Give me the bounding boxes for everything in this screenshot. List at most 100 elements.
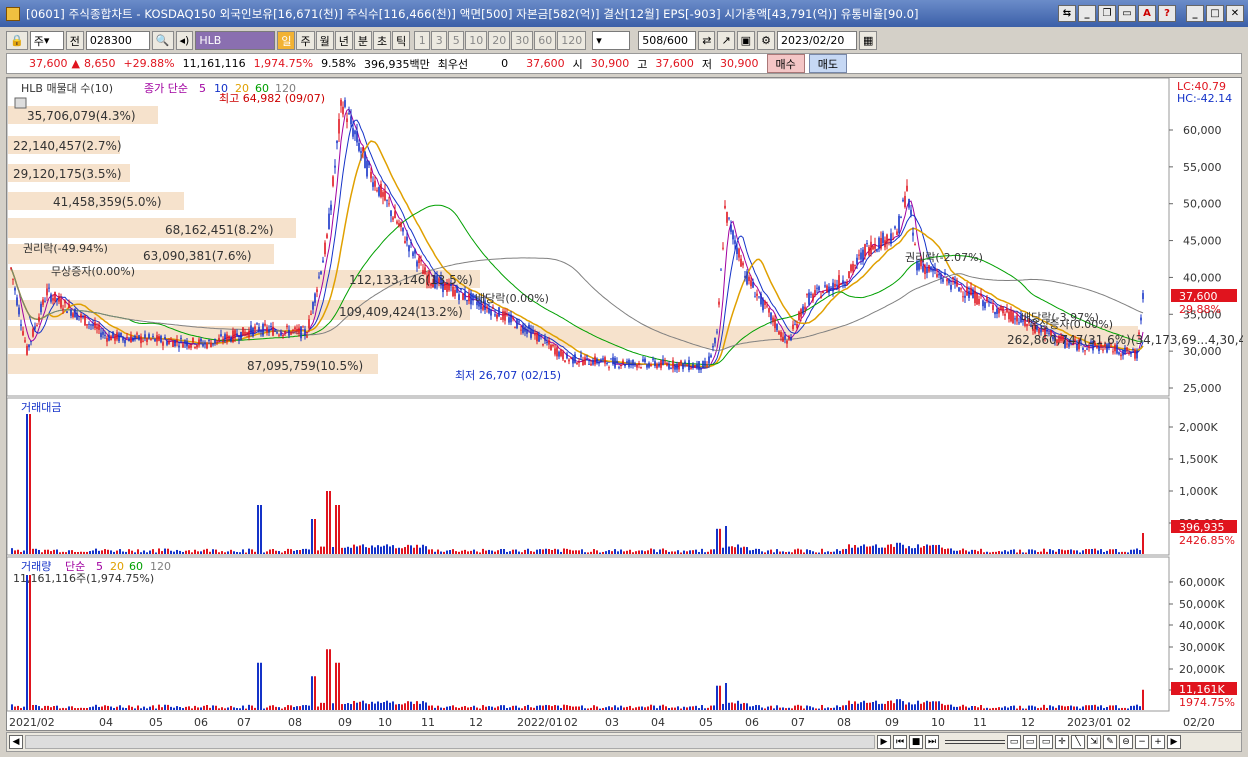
interval-button-30[interactable]: 30 bbox=[511, 31, 534, 50]
candle-body bbox=[1082, 347, 1084, 350]
interval-custom-input[interactable]: ▾ bbox=[592, 31, 631, 50]
volume-panel[interactable] bbox=[6, 556, 1170, 712]
grid-table-icon[interactable] bbox=[14, 97, 27, 109]
interval-button-60[interactable]: 60 bbox=[534, 31, 557, 50]
amount-bar bbox=[443, 551, 445, 554]
expand-icon[interactable]: ⇲ bbox=[1087, 735, 1101, 749]
count-field[interactable]: 508/600 bbox=[638, 31, 697, 50]
layout-icon[interactable]: ▭ bbox=[1007, 735, 1021, 749]
candle-body bbox=[866, 243, 868, 245]
interval-button-3[interactable]: 3 bbox=[431, 31, 448, 50]
interval-button-1[interactable]: 1 bbox=[414, 31, 431, 50]
candle-body bbox=[604, 357, 606, 364]
crosshair-icon[interactable]: ✛ bbox=[1055, 735, 1069, 749]
minimize-button[interactable]: _ bbox=[1186, 5, 1204, 22]
zoom-out-icon[interactable]: ⊖ bbox=[1119, 735, 1133, 749]
plus-icon[interactable]: + bbox=[1151, 735, 1165, 749]
volume-bar bbox=[350, 704, 352, 710]
amount-bar bbox=[893, 546, 895, 554]
amount-bar bbox=[1028, 549, 1030, 554]
scroll-left-icon[interactable]: ◀ bbox=[9, 735, 23, 749]
pen-icon[interactable]: ✎ bbox=[1103, 735, 1117, 749]
amount-bar bbox=[1118, 552, 1120, 554]
candle-body bbox=[600, 359, 602, 363]
save-icon[interactable]: ▣ bbox=[736, 31, 756, 50]
candle-body bbox=[364, 151, 366, 169]
market-select[interactable]: 주 ▾ bbox=[29, 31, 64, 50]
jump-end-icon[interactable]: ⏭ bbox=[925, 735, 939, 749]
speaker-icon[interactable]: ◂) bbox=[175, 31, 194, 50]
lock-icon[interactable]: 🔒 bbox=[6, 31, 28, 50]
minus-icon[interactable]: − bbox=[1135, 735, 1149, 749]
chart-tool-icon[interactable]: ⇄ bbox=[698, 31, 716, 50]
candle-body bbox=[1000, 305, 1002, 310]
chart-area[interactable]: 60,000 55,000 50,000 45,000 40,000 35,000 30,0… bbox=[6, 77, 1248, 732]
period-tab-2[interactable]: 월 bbox=[315, 31, 334, 50]
line-tool-icon[interactable]: ╲ bbox=[1071, 735, 1085, 749]
volume-bar bbox=[44, 705, 46, 710]
candle-body bbox=[704, 361, 706, 367]
interval-button-10[interactable]: 10 bbox=[465, 31, 488, 50]
help-icon[interactable]: ? bbox=[1158, 5, 1176, 22]
amount-panel-title[interactable]: 거래대금 bbox=[21, 401, 61, 414]
font-icon[interactable]: A bbox=[1138, 5, 1156, 22]
print-icon[interactable]: ▭ bbox=[1118, 5, 1136, 22]
minimize-inner-icon[interactable]: _ bbox=[1078, 5, 1096, 22]
volume-bar bbox=[506, 708, 508, 710]
candle-body bbox=[760, 293, 762, 305]
candle-body bbox=[250, 325, 252, 334]
close-button[interactable]: ✕ bbox=[1226, 5, 1244, 22]
code-input[interactable]: 028300 bbox=[85, 31, 150, 50]
play-icon[interactable]: ▶ bbox=[877, 735, 891, 749]
amount-bar bbox=[728, 546, 730, 554]
settings-gear-icon[interactable]: ⚙ bbox=[757, 31, 775, 50]
volume-profile-label: 87,095,759(10.5%) bbox=[247, 359, 363, 373]
period-tab-3[interactable]: 년 bbox=[334, 31, 353, 50]
period-tab-4[interactable]: 분 bbox=[353, 31, 372, 50]
period-tab-5[interactable]: 초 bbox=[372, 31, 392, 50]
period-tab-6[interactable]: 틱 bbox=[392, 31, 411, 50]
volume-bar bbox=[407, 701, 409, 710]
amount-bar bbox=[1073, 550, 1075, 554]
chart-scroll-bar[interactable]: ◀ ▶ ⏮ ■ ⏭ ▭ ▭ ▭ ✛ ╲ ⇲ ✎ ⊖ − + ▶ bbox=[6, 732, 1242, 752]
sell-button[interactable]: 매도 bbox=[808, 54, 847, 73]
price-legend-name[interactable]: HLB 매물대 수(10) bbox=[21, 82, 113, 95]
link-icon[interactable]: ⇆ bbox=[1058, 5, 1076, 22]
scroll-track[interactable] bbox=[25, 735, 875, 749]
x-axis-label: 08 bbox=[837, 716, 851, 729]
layout3-icon[interactable]: ▭ bbox=[1039, 735, 1053, 749]
zoom-slider[interactable] bbox=[945, 740, 1005, 744]
stock-name-field[interactable]: HLB bbox=[195, 31, 276, 50]
amount-bar bbox=[590, 551, 592, 554]
restore-inner-icon[interactable]: ❐ bbox=[1098, 5, 1116, 22]
candle-body bbox=[464, 291, 466, 300]
jump-start-icon[interactable]: ⏮ bbox=[893, 735, 907, 749]
calendar-icon[interactable]: ▦ bbox=[858, 31, 878, 50]
maximize-button[interactable]: □ bbox=[1206, 5, 1224, 22]
amount-bar bbox=[101, 550, 103, 554]
period-tab-0[interactable]: 일 bbox=[277, 31, 296, 50]
buy-button[interactable]: 매수 bbox=[766, 54, 805, 73]
trend-icon[interactable]: ↗ bbox=[717, 31, 735, 50]
candle-body bbox=[956, 280, 958, 287]
prev-button[interactable]: 전 bbox=[65, 31, 84, 50]
amount-bar bbox=[698, 551, 700, 554]
search-icon[interactable]: 🔍 bbox=[151, 31, 174, 50]
date-input[interactable]: 2023/02/20 bbox=[776, 31, 857, 50]
period-tab-1[interactable]: 주 bbox=[296, 31, 315, 50]
candle-body bbox=[200, 338, 202, 342]
ma5-legend[interactable]: 5 bbox=[199, 82, 206, 95]
interval-button-120[interactable]: 120 bbox=[557, 31, 587, 50]
ma-legend-label[interactable]: 종가 단순 bbox=[144, 82, 188, 95]
volume-bar bbox=[65, 708, 67, 710]
x-axis-label: 04 bbox=[651, 716, 665, 729]
amount-bar bbox=[323, 546, 325, 554]
stop-icon[interactable]: ■ bbox=[909, 735, 923, 749]
amount-bar bbox=[929, 545, 931, 554]
scroll-right-icon[interactable]: ▶ bbox=[1167, 735, 1181, 749]
chart-svg[interactable]: 60,00055,00050,00045,00040,00035,00030,0… bbox=[6, 77, 1248, 732]
amount-panel[interactable] bbox=[6, 397, 1170, 556]
layout2-icon[interactable]: ▭ bbox=[1023, 735, 1037, 749]
interval-button-20[interactable]: 20 bbox=[488, 31, 511, 50]
interval-button-5[interactable]: 5 bbox=[448, 31, 465, 50]
